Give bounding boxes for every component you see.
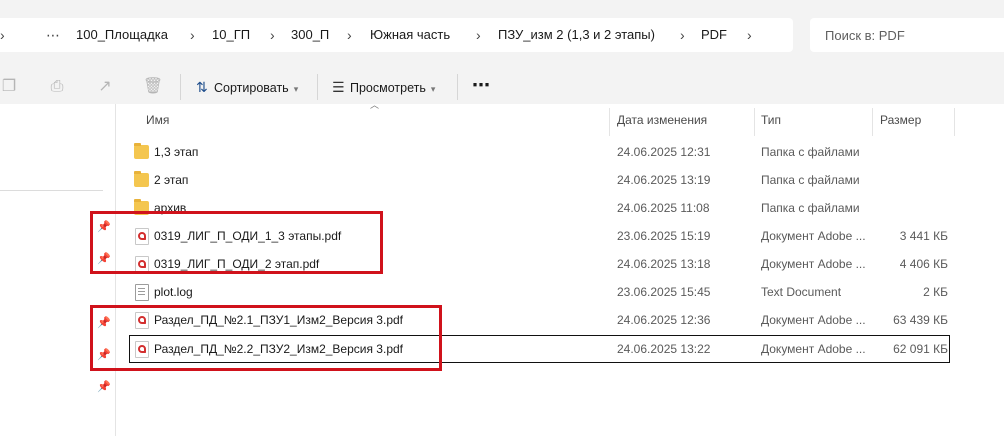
- file-type: Text Document: [761, 285, 842, 299]
- file-size: [880, 166, 948, 194]
- file-name: 1,3 этап: [154, 145, 199, 159]
- file-row[interactable]: 2 этап 24.06.2025 13:19 Папка с файлами: [116, 166, 954, 194]
- file-size: [880, 138, 948, 166]
- file-size: 63 439 КБ: [893, 313, 948, 327]
- address-bar[interactable]: › ⋯ 100_Площадка › 10_ГП › 300_П › Южная…: [0, 18, 793, 52]
- toolbar-divider: [317, 74, 318, 100]
- column-divider[interactable]: [872, 108, 873, 136]
- file-date: 24.06.2025 13:22: [617, 342, 711, 356]
- column-header-date[interactable]: Дата изменения: [617, 104, 707, 136]
- chevron-right-icon[interactable]: ›: [347, 18, 352, 52]
- file-date: 24.06.2025 11:08: [617, 201, 710, 215]
- nav-divider: [0, 190, 103, 191]
- file-date: 23.06.2025 15:45: [617, 285, 711, 299]
- more-options-button[interactable]: ⋯: [472, 74, 491, 100]
- file-size: 3 441 КБ: [899, 229, 948, 243]
- file-size: [880, 194, 948, 222]
- chevron-right-icon[interactable]: ›: [476, 18, 481, 52]
- file-date: 24.06.2025 13:18: [617, 257, 711, 271]
- column-header-size[interactable]: Размер: [880, 104, 921, 136]
- sort-label: Сортировать: [214, 81, 289, 95]
- column-header-type[interactable]: Тип: [761, 104, 781, 136]
- column-header-row: ︿ Имя Дата изменения Тип Размер: [116, 100, 1004, 136]
- chevron-right-icon[interactable]: ›: [270, 18, 275, 52]
- rename-icon[interactable]: ⎙: [46, 76, 68, 98]
- breadcrumb-item-current[interactable]: PDF: [701, 18, 727, 52]
- breadcrumb-item[interactable]: 100_Площадка: [76, 18, 168, 52]
- column-header-name[interactable]: Имя: [146, 104, 169, 136]
- address-bar-area: › ⋯ 100_Площадка › 10_ГП › 300_П › Южная…: [0, 0, 1004, 70]
- pin-icon[interactable]: 📌: [97, 380, 111, 394]
- file-type: Документ Adobe ...: [761, 229, 866, 243]
- file-type: Документ Adobe ...: [761, 257, 866, 271]
- copy-icon[interactable]: ❐: [0, 76, 20, 98]
- breadcrumb-item[interactable]: Южная часть: [370, 18, 450, 52]
- file-name: 2 этап: [154, 173, 189, 187]
- share-icon[interactable]: ↗: [94, 76, 116, 98]
- file-row[interactable]: 1,3 этап 24.06.2025 12:31 Папка с файлам…: [116, 138, 954, 166]
- chevron-right-icon[interactable]: ›: [747, 18, 752, 52]
- toolbar-divider: [180, 74, 181, 100]
- column-divider[interactable]: [954, 108, 955, 136]
- command-bar: ❐ ⎙ ↗ 🗑 ⇅ Сортировать ▾ ☰ Просмотреть ▾ ⋯: [0, 70, 1004, 104]
- chevron-right-icon[interactable]: ›: [680, 18, 685, 52]
- chevron-down-icon: ▾: [293, 84, 299, 94]
- file-date: 24.06.2025 13:19: [617, 173, 711, 187]
- text-file-icon: [135, 284, 149, 301]
- search-input[interactable]: [825, 18, 1004, 52]
- sort-button[interactable]: ⇅ Сортировать ▾: [196, 74, 298, 100]
- chevron-down-icon: ▾: [430, 84, 436, 94]
- sort-ascending-icon: ︿: [370, 100, 380, 110]
- highlight-box: [90, 211, 383, 274]
- file-date: 24.06.2025 12:36: [617, 313, 711, 327]
- file-row[interactable]: plot.log 23.06.2025 15:45 Text Document …: [116, 278, 954, 306]
- view-button[interactable]: ☰ Просмотреть ▾: [332, 74, 435, 100]
- breadcrumb-item[interactable]: ПЗУ_изм 2 (1,3 и 2 этапы): [498, 18, 655, 52]
- chevron-right-icon[interactable]: ›: [0, 18, 5, 52]
- view-label: Просмотреть: [350, 81, 426, 95]
- file-type: Папка с файлами: [761, 201, 860, 215]
- folder-icon: [134, 171, 149, 187]
- file-size: 4 406 КБ: [899, 257, 948, 271]
- view-list-icon: ☰: [332, 79, 345, 95]
- sort-icon: ⇅: [196, 79, 208, 95]
- file-type: Документ Adobe ...: [761, 313, 866, 327]
- file-name: plot.log: [154, 285, 193, 299]
- file-size: 2 КБ: [923, 285, 948, 299]
- file-type: Папка с файлами: [761, 173, 860, 187]
- delete-icon[interactable]: 🗑: [142, 76, 164, 98]
- toolbar-divider: [457, 74, 458, 100]
- column-divider[interactable]: [754, 108, 755, 136]
- breadcrumb-more-button[interactable]: ⋯: [46, 18, 61, 52]
- file-type: Документ Adobe ...: [761, 342, 866, 356]
- file-date: 24.06.2025 12:31: [617, 145, 711, 159]
- file-type: Папка с файлами: [761, 145, 860, 159]
- search-box[interactable]: [810, 18, 1004, 52]
- file-size: 62 091 КБ: [893, 342, 948, 356]
- chevron-right-icon[interactable]: ›: [190, 18, 195, 52]
- column-divider[interactable]: [609, 108, 610, 136]
- file-date: 23.06.2025 15:19: [617, 229, 711, 243]
- breadcrumb-item[interactable]: 300_П: [291, 18, 329, 52]
- breadcrumb-item[interactable]: 10_ГП: [212, 18, 250, 52]
- folder-icon: [134, 143, 149, 159]
- highlight-box: [90, 305, 442, 371]
